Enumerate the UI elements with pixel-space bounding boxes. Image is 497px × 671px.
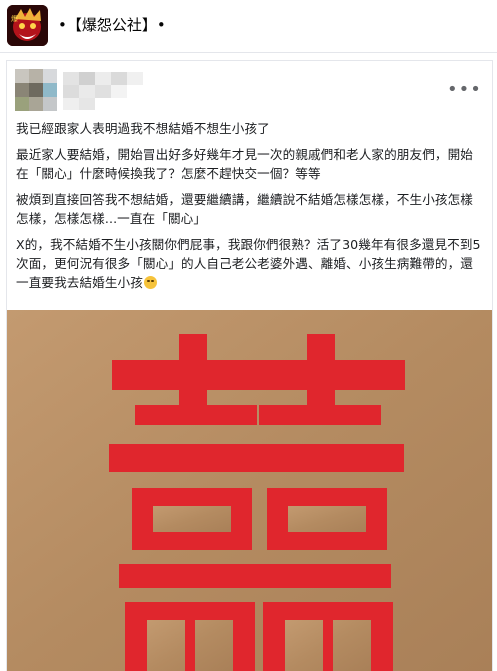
double-happiness-icon: [7, 310, 492, 671]
post-paragraph: 最近家人要結婚，開始冒出好多好幾年才見一次的親戚們和老人家的朋友們，開始在「關心…: [16, 147, 473, 181]
post-paragraph-last: X的，我不結婚不生小孩關你們屁事，我跟你們很熟？活了30幾年有很多還見不到5次面…: [16, 235, 484, 292]
post-paragraph-text: X的，我不結婚不生小孩關你們屁事，我跟你們很熟？活了30幾年有很多還見不到5次面…: [16, 237, 481, 290]
svg-text:爆: 爆: [11, 14, 18, 23]
group-logo-icon: 爆: [7, 5, 48, 46]
author-avatar-pixelated[interactable]: [15, 69, 57, 111]
rolling-eyes-emoji-icon: [143, 276, 157, 289]
more-options-button[interactable]: •••: [447, 80, 481, 100]
group-name[interactable]: •【爆怨公社】•: [58, 15, 166, 35]
group-header: 爆 •【爆怨公社】•: [0, 0, 497, 53]
group-avatar[interactable]: 爆: [7, 5, 48, 46]
more-horizontal-icon: •••: [447, 79, 482, 100]
post-photo[interactable]: [7, 310, 492, 671]
post-paragraph: 我已經跟家人表明過我不想結婚不想生小孩了: [16, 121, 270, 136]
post-author-row: •••: [15, 66, 485, 116]
author-name-pixelated[interactable]: [63, 72, 158, 110]
post-body: 我已經跟家人表明過我不想結婚不想生小孩了 最近家人要結婚，開始冒出好多好幾年才見…: [16, 119, 484, 299]
post-paragraph: 被煩到直接回答我不想結婚，還要繼續講，繼續說不結婚怎樣怎樣，不生小孩怎樣怎樣，怎…: [16, 192, 473, 226]
post-card: ••• 我已經跟家人表明過我不想結婚不想生小孩了 最近家人要結婚，開始冒出好多好…: [6, 60, 493, 671]
